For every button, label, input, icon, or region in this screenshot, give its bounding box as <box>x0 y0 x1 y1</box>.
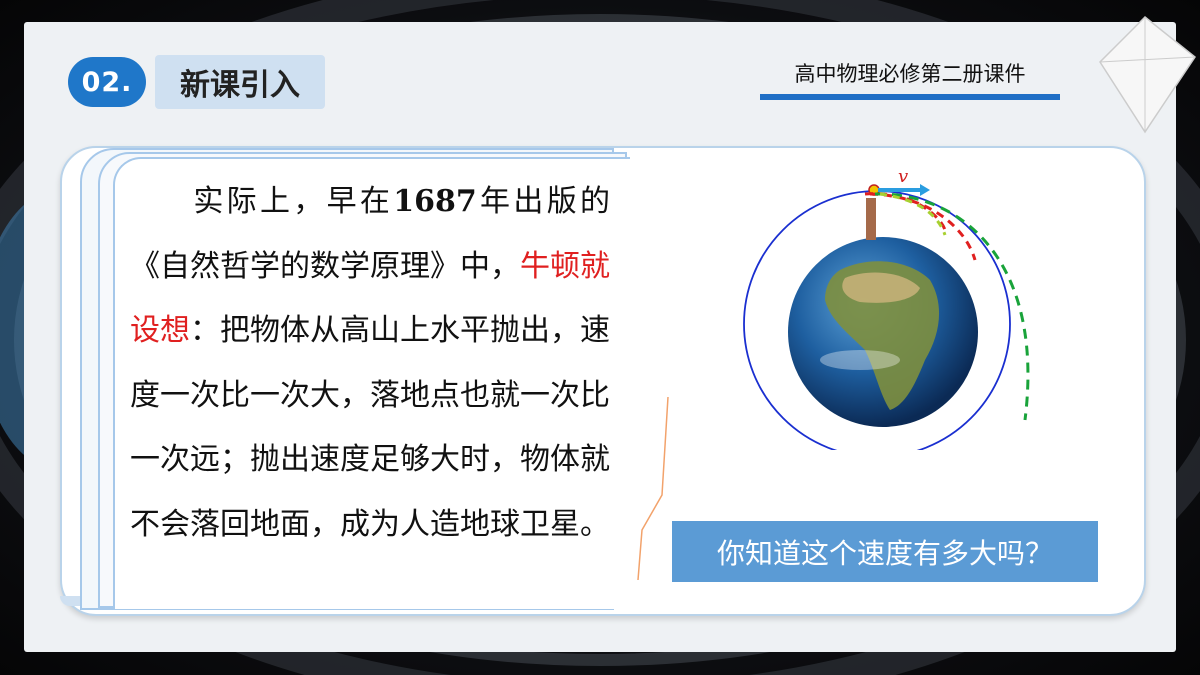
course-underline <box>760 94 1060 100</box>
course-label: 高中物理必修第二册课件 <box>794 62 1026 86</box>
year-1687: 1687 <box>393 184 477 219</box>
para-part-1: 实际上，早在 <box>190 184 394 219</box>
cloud-band <box>820 350 900 370</box>
velocity-label: v <box>898 166 908 187</box>
newton-paragraph: 实际上，早在1687年出版的《自然哲学的数学原理》中，牛顿就设想：把物体从高山上… <box>130 170 610 557</box>
question-box: 你知道这个速度有多大吗？ <box>672 521 1098 582</box>
section-number-badge: 02. <box>68 57 146 107</box>
mountain-tower <box>866 198 876 240</box>
newton-cannon-diagram: v <box>743 166 1030 450</box>
section-title: 新课引入 <box>155 55 325 109</box>
para-part-3: ：把物体从高山上水平抛出，速度一次比一次大，落地点也就一次比一次远；抛出速度足够… <box>130 313 610 542</box>
kite-decoration <box>1099 15 1197 134</box>
